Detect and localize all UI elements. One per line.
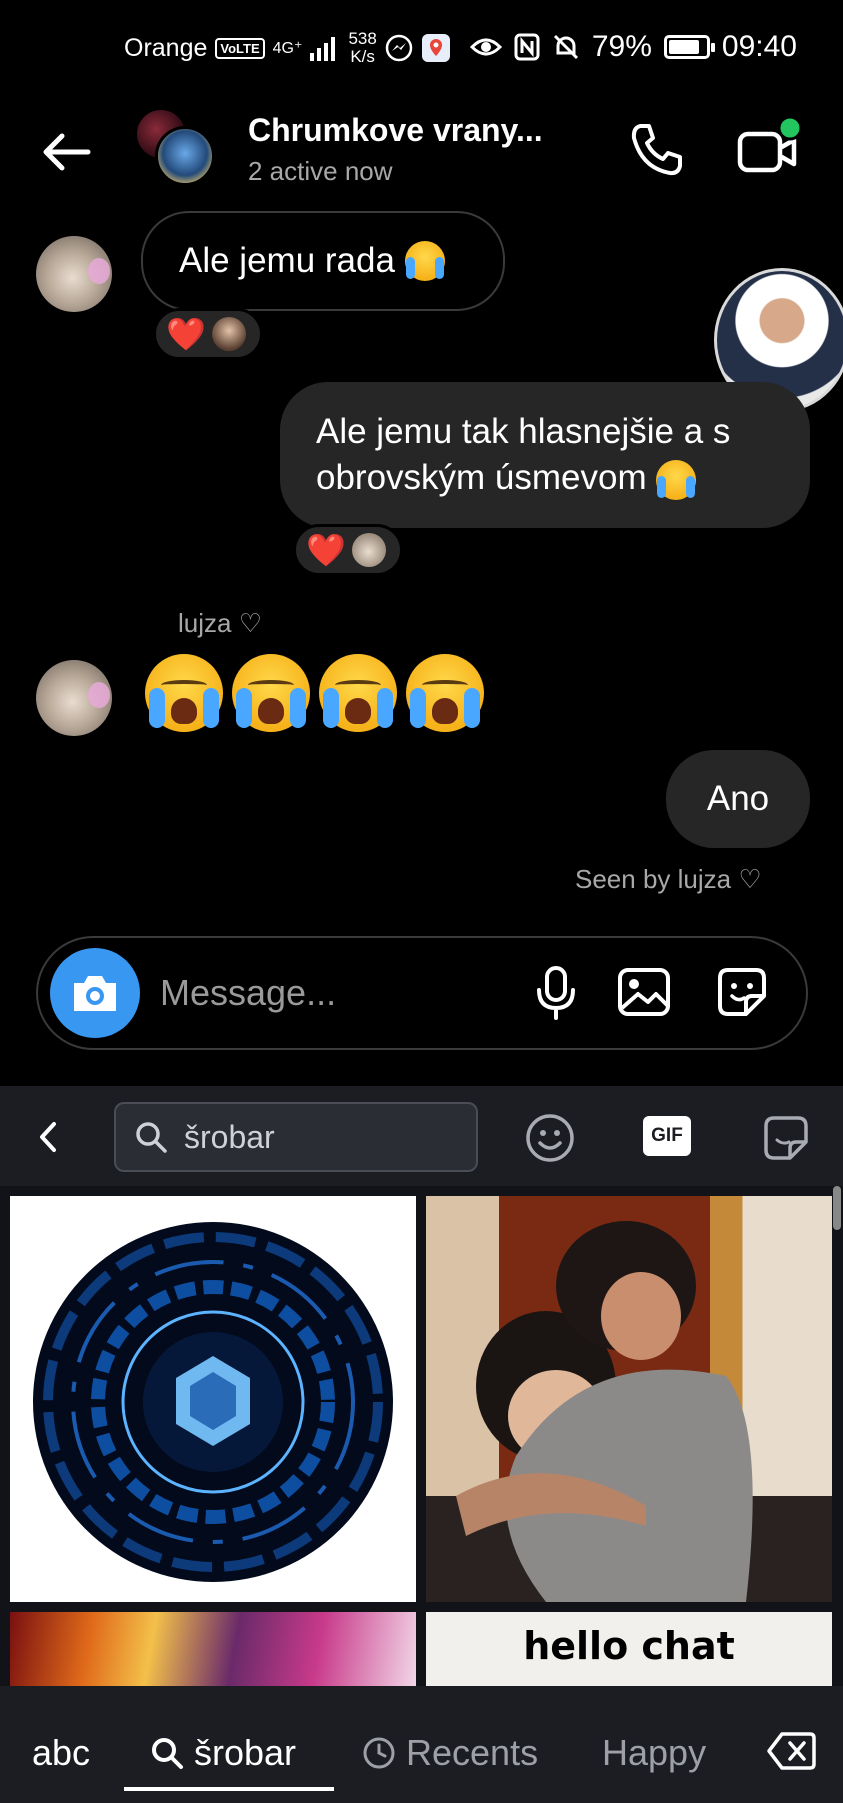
loudly-crying-face-icon (232, 654, 310, 732)
camera-icon (74, 976, 116, 1011)
camera-button[interactable] (50, 948, 140, 1038)
reactor-avatar (351, 533, 386, 567)
emoji-message[interactable] (145, 654, 493, 734)
heart-reaction-icon: ❤️ (166, 316, 206, 352)
gif-search-field[interactable]: šrobar (114, 1102, 478, 1172)
gif-keyboard-panel: šrobar GIF hello chat abc šrobar Recents… (0, 1086, 843, 1803)
gif-tab[interactable]: GIF (643, 1116, 691, 1156)
backspace-icon[interactable] (766, 1728, 816, 1774)
gif-tile-colorful-blur[interactable] (10, 1612, 416, 1686)
video-call-icon[interactable] (734, 114, 804, 184)
network-speed: 538 K/s (348, 29, 377, 66)
gif-tile-blue-tech-circle[interactable] (10, 1196, 416, 1602)
volte-badge: VoLTE (215, 37, 265, 59)
battery-percent: 79% (591, 30, 652, 63)
sticker-tab-icon[interactable] (760, 1112, 812, 1164)
clock-icon (363, 1737, 395, 1769)
emoji-tab-icon[interactable] (524, 1112, 576, 1164)
mute-bell-icon (553, 34, 578, 60)
message-bubble-outgoing[interactable]: Ale jemu tak hlasnejšie a s obrovským ús… (280, 382, 810, 528)
message-bubble-outgoing[interactable]: Ano (666, 750, 810, 848)
sender-avatar[interactable] (36, 236, 112, 312)
gif-results-grid: hello chat (0, 1186, 843, 1686)
message-bubble-incoming[interactable]: Ale jemu rada (141, 211, 505, 311)
gif-caption: hello chat (523, 1624, 735, 1668)
battery-icon (663, 35, 715, 59)
message-text: Ano (706, 779, 770, 818)
recents-tab[interactable]: Recents (362, 1732, 538, 1774)
group-avatar[interactable] (135, 108, 215, 188)
gif-tile-hugging-couple[interactable] (426, 1196, 832, 1602)
status-bar: Orange VoLTE 4G⁺ 538 K/s 79% 09:40 (0, 0, 843, 96)
chat-header: Chrumkove vrany... 2 active now (0, 96, 843, 208)
back-arrow-icon[interactable] (36, 122, 96, 182)
sticker-icon[interactable] (712, 962, 772, 1022)
carrier-label: Orange (124, 33, 208, 62)
microphone-icon[interactable] (526, 962, 586, 1022)
messenger-icon (385, 34, 413, 62)
message-input[interactable]: Message... (160, 972, 336, 1014)
gif-tile-hello-chat[interactable]: hello chat (426, 1612, 832, 1686)
loudly-crying-face-icon (656, 459, 697, 500)
happy-tab[interactable]: Happy (602, 1732, 706, 1774)
eye-icon (469, 38, 502, 56)
phone-call-icon[interactable] (626, 118, 688, 180)
sender-avatar[interactable] (36, 660, 112, 736)
search-results-tab[interactable]: šrobar (150, 1732, 296, 1774)
loudly-crying-face-icon (404, 241, 445, 281)
message-composer: Message... (36, 936, 808, 1050)
search-icon (136, 1122, 167, 1153)
maps-icon (421, 34, 450, 62)
reactor-avatar (211, 317, 246, 351)
chat-title[interactable]: Chrumkove vrany... (248, 112, 543, 149)
message-text: Ale jemu rada (179, 241, 395, 280)
heart-reaction-icon: ❤️ (306, 532, 346, 568)
reaction-pill[interactable]: ❤️ (153, 308, 263, 360)
nfc-icon (514, 33, 540, 61)
loudly-crying-face-icon (145, 654, 223, 732)
sender-name: lujza ♡ (178, 608, 263, 638)
reaction-pill[interactable]: ❤️ (293, 524, 403, 576)
gif-search-value: šrobar (184, 1118, 275, 1155)
active-tab-indicator (124, 1787, 334, 1791)
couple-image (426, 1221, 832, 1602)
signal-icon (310, 37, 336, 61)
clock: 09:40 (721, 30, 797, 63)
tech-circle-image (33, 1222, 393, 1582)
member-avatar-2 (155, 126, 215, 186)
loudly-crying-face-icon (319, 654, 397, 732)
active-status: 2 active now (248, 156, 393, 186)
loudly-crying-face-icon (406, 654, 484, 732)
grid-scrollbar[interactable] (833, 1186, 841, 1230)
search-icon (152, 1738, 183, 1769)
abc-tab[interactable]: abc (32, 1732, 90, 1774)
message-text-line2: obrovským úsmevom (316, 458, 647, 497)
network-type: 4G⁺ (272, 40, 303, 57)
chevron-left-icon[interactable] (34, 1120, 64, 1154)
gif-toolbar: šrobar GIF (0, 1086, 843, 1186)
gallery-icon[interactable] (614, 962, 674, 1022)
message-text-line1: Ale jemu tak hlasnejšie a s (316, 412, 731, 451)
seen-receipt: Seen by lujza ♡ (575, 864, 762, 894)
